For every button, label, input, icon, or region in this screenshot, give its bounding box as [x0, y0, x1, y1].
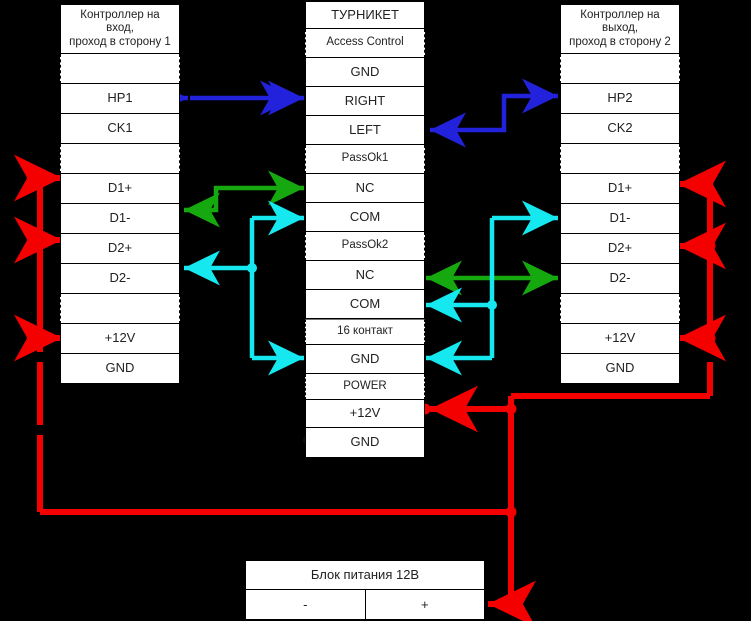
left-row-hp1[interactable]: HP1	[60, 84, 180, 114]
turnstile-row-power-label: POWER	[343, 379, 387, 392]
left-row-blank-3[interactable]	[60, 294, 180, 324]
right-row-hp2-label: HP2	[607, 90, 633, 106]
turnstile-row-passok1-label: PassOk1	[341, 152, 389, 165]
turnstile-row-access-control-label: Access Control	[326, 36, 404, 49]
right-controller-header-line3: проход в сторону 2	[569, 35, 671, 48]
left-row-ck1-label: CK1	[107, 120, 133, 136]
turnstile-row-com-2-label: COM	[349, 295, 381, 311]
left-row-d1plus-label: D1+	[107, 180, 133, 196]
turnstile-header-label: ТУРНИКЕТ	[331, 6, 399, 22]
cyan-junction-right	[487, 300, 497, 310]
turnstile-row-com-1-label: COM	[349, 208, 381, 224]
left-row-gnd-label: GND	[105, 360, 135, 376]
left-controller-header-line2: проход в сторону 1	[69, 35, 171, 48]
right-row-d2minus[interactable]: D2-	[560, 264, 680, 294]
turnstile-row-12v[interactable]: +12V	[305, 400, 425, 428]
left-row-blank-1[interactable]	[60, 54, 180, 84]
wire-d1minus-nc1	[184, 170, 304, 228]
left-controller-header: Контроллер на вход, проход в сторону 1	[60, 4, 180, 54]
left-row-d1plus[interactable]: D1+	[60, 174, 180, 204]
right-row-blank-3[interactable]	[560, 294, 680, 324]
left-row-d2plus[interactable]: D2+	[60, 234, 180, 264]
right-row-hp2[interactable]: HP2	[560, 84, 680, 114]
left-row-hp1-label: HP1	[107, 90, 133, 106]
power-supply-minus-terminal[interactable]: -	[245, 590, 366, 620]
wire-left-hp2	[430, 78, 558, 148]
turnstile-header: ТУРНИКЕТ	[305, 1, 425, 29]
turnstile-row-passok1[interactable]: PassOk1	[305, 145, 425, 174]
left-controller-table: Контроллер на вход, проход в сторону 1 H…	[60, 4, 180, 384]
left-row-d2minus-label: D2-	[109, 270, 131, 286]
turnstile-row-gnd-2-label: GND	[350, 350, 380, 366]
turnstile-row-right-label: RIGHT	[344, 92, 386, 108]
left-row-d2plus-label: D2+	[107, 240, 133, 256]
turnstile-row-12v-label: +12V	[349, 405, 381, 421]
turnstile-row-left-label: LEFT	[349, 121, 381, 137]
turnstile-row-passok2-label: PassOk2	[341, 239, 389, 252]
left-row-d2minus[interactable]: D2-	[60, 264, 180, 294]
right-row-d2plus[interactable]: D2+	[560, 234, 680, 264]
power-supply-header: Блок питания 12В	[245, 560, 485, 590]
turnstile-row-nc-2[interactable]: NC	[305, 261, 425, 290]
power-supply-plus-label: +	[420, 597, 429, 612]
left-row-12v-label: +12V	[104, 330, 136, 346]
turnstile-row-gnd-1[interactable]: GND	[305, 58, 425, 87]
turnstile-row-access-control[interactable]: Access Control	[305, 29, 425, 58]
right-row-blank-2[interactable]	[560, 144, 680, 174]
turnstile-row-passok2[interactable]: PassOk2	[305, 232, 425, 261]
turnstile-row-left[interactable]: LEFT	[305, 116, 425, 145]
turnstile-row-right[interactable]: RIGHT	[305, 87, 425, 116]
turnstile-row-nc-1[interactable]: NC	[305, 174, 425, 203]
right-row-ck2[interactable]: CK2	[560, 114, 680, 144]
turnstile-row-nc-2-label: NC	[355, 266, 375, 282]
power-supply-minus-label: -	[303, 597, 308, 612]
right-row-d2minus-label: D2-	[609, 270, 631, 286]
left-controller-header-line1: Контроллер на вход,	[80, 9, 160, 35]
diagram-canvas: Контроллер на вход, проход в сторону 1 H…	[0, 0, 751, 621]
left-row-gnd[interactable]: GND	[60, 354, 180, 384]
right-row-12v-label: +12V	[604, 330, 636, 346]
power-supply-plus-terminal[interactable]: +	[365, 590, 485, 620]
right-controller-header-line2: выход,	[601, 22, 639, 35]
power-supply-terminals: - +	[245, 590, 485, 620]
left-row-d1minus-label: D1-	[109, 210, 131, 226]
right-row-d1minus-label: D1-	[609, 210, 631, 226]
right-row-d1plus-label: D1+	[607, 180, 633, 196]
left-row-blank-2[interactable]	[60, 144, 180, 174]
left-row-12v[interactable]: +12V	[60, 324, 180, 354]
right-row-gnd[interactable]: GND	[560, 354, 680, 384]
turnstile-row-gnd-1-label: GND	[350, 63, 380, 79]
turnstile-table: ТУРНИКЕТ Access Control GND RIGHT LEFT P…	[305, 1, 425, 458]
turnstile-row-com-2[interactable]: COM	[305, 290, 425, 319]
power-supply-table: Блок питания 12В - +	[245, 560, 485, 620]
right-row-d2plus-label: D2+	[607, 240, 633, 256]
right-row-d1plus[interactable]: D1+	[560, 174, 680, 204]
turnstile-row-gnd-2[interactable]: GND	[305, 345, 425, 374]
right-controller-table: Контроллер на выход, проход в сторону 2 …	[560, 4, 680, 384]
right-row-gnd-label: GND	[605, 360, 635, 376]
right-row-12v[interactable]: +12V	[560, 324, 680, 354]
turnstile-row-nc-1-label: NC	[355, 179, 375, 195]
turnstile-row-com-1[interactable]: COM	[305, 203, 425, 232]
left-row-ck1[interactable]: CK1	[60, 114, 180, 144]
cyan-junction-left	[247, 263, 257, 273]
turnstile-row-gnd-3-label: GND	[350, 434, 380, 450]
wire-d2minus-com1-gnd	[184, 200, 304, 376]
turnstile-row-16-kontakt-label: 16 контакт	[337, 325, 393, 338]
turnstile-row-16-kontakt[interactable]: 16 контакт	[305, 319, 425, 345]
right-controller-header-line1: Контроллер на	[580, 9, 660, 22]
left-row-d1minus[interactable]: D1-	[60, 204, 180, 234]
right-row-d1minus[interactable]: D1-	[560, 204, 680, 234]
wire-com2-gnd-d1minus	[426, 200, 558, 376]
power-supply-header-label: Блок питания 12В	[310, 566, 420, 582]
turnstile-row-gnd-3[interactable]: GND	[305, 428, 425, 458]
turnstile-row-power[interactable]: POWER	[305, 374, 425, 400]
right-row-ck2-label: CK2	[607, 120, 633, 136]
right-controller-header: Контроллер на выход, проход в сторону 2	[560, 4, 680, 54]
right-row-blank-1[interactable]	[560, 54, 680, 84]
